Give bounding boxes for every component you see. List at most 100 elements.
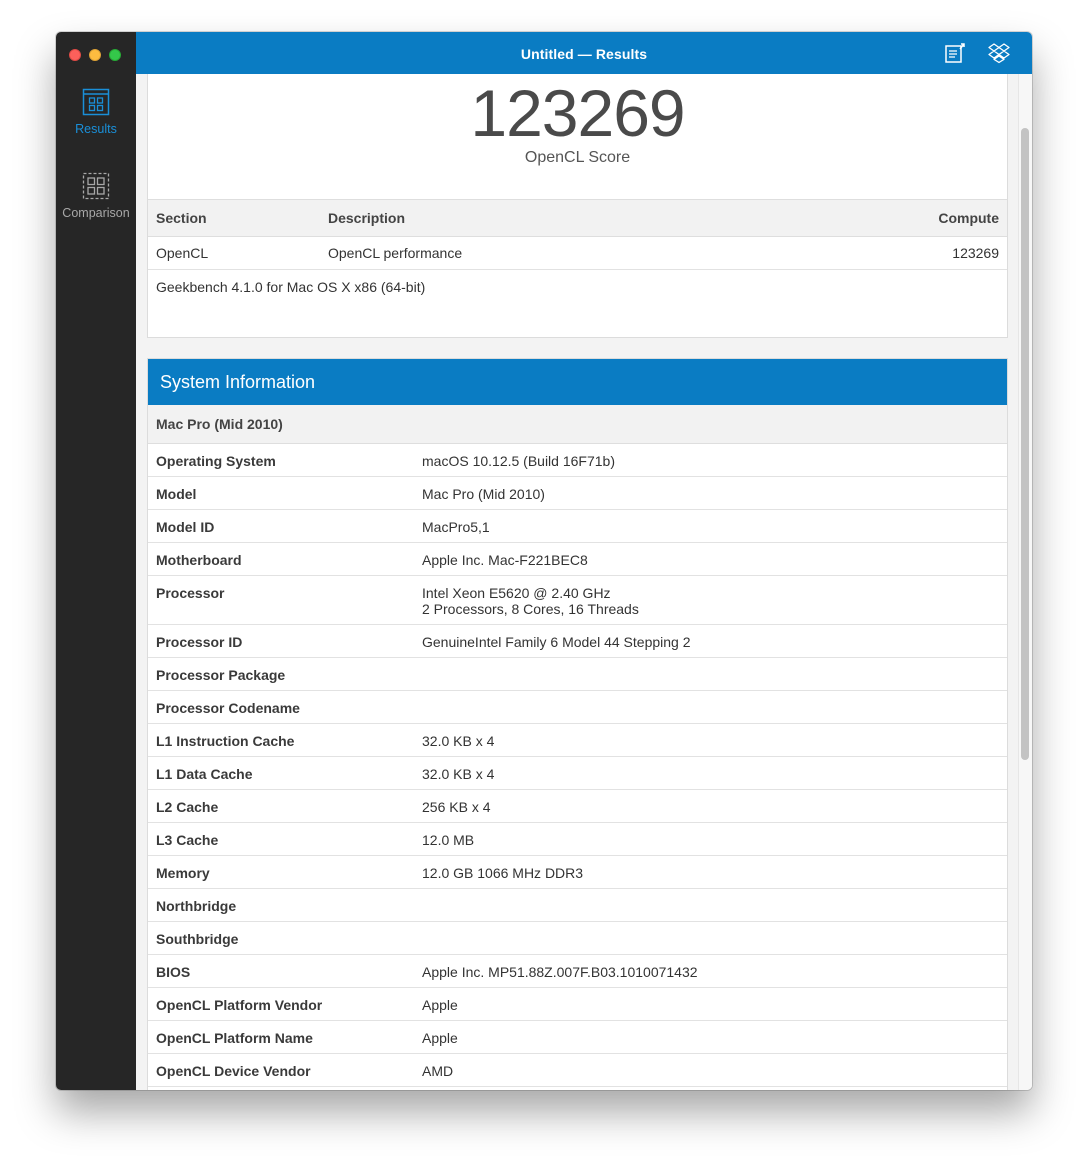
close-window-button[interactable] — [69, 49, 81, 61]
info-value: MacPro5,1 — [422, 519, 490, 535]
zoom-window-button[interactable] — [109, 49, 121, 61]
section-title: System Information — [160, 372, 316, 392]
table-row: Southbridge — [148, 922, 1007, 955]
info-key: Model — [156, 486, 197, 502]
info-key: OpenCL Platform Name — [156, 1030, 313, 1046]
table-row: OpenCL Device Vendor AMD — [148, 1054, 1007, 1087]
info-key: Processor — [156, 585, 225, 601]
info-value-line: 12.0 GB 1066 MHz DDR3 — [422, 865, 584, 881]
opencl-score-value: 123269 — [470, 76, 685, 150]
column-header-section: Section — [156, 210, 207, 226]
info-key: Motherboard — [156, 552, 242, 568]
info-value-line: 32.0 KB x 4 — [422, 733, 495, 749]
info-value-line: Apple — [422, 997, 458, 1013]
info-value-line: 2 Processors, 8 Cores, 16 Threads — [422, 601, 639, 617]
info-value-line: macOS 10.12.5 (Build 16F71b) — [422, 453, 615, 469]
info-value: 32.0 KB x 4 — [422, 766, 494, 782]
share-icon[interactable] — [944, 42, 966, 64]
info-key: L1 Data Cache — [156, 766, 253, 782]
info-value: Apple Inc. MP51.88Z.007F.B03.1010071432 — [422, 964, 698, 980]
app-window: Results Comparison Untitled — Results 12… — [56, 32, 1032, 1090]
info-key: Southbridge — [156, 931, 239, 947]
info-value: GenuineIntel Family 6 Model 44 Stepping … — [422, 634, 691, 650]
info-value-line: 256 KB x 4 — [422, 799, 491, 815]
info-key: L3 Cache — [156, 832, 219, 848]
title-bar: Untitled — Results — [136, 32, 1032, 74]
info-key: Processor Package — [156, 667, 286, 683]
info-key: OpenCL Device Vendor — [156, 1063, 311, 1079]
table-row: Motherboard Apple Inc. Mac-F221BEC8 — [148, 543, 1007, 576]
table-row: BIOS Apple Inc. MP51.88Z.007F.B03.1010071… — [148, 955, 1007, 988]
table-row: Processor ID GenuineIntel Family 6 Model … — [148, 625, 1007, 658]
comparison-grid-icon — [82, 172, 110, 200]
window-controls — [69, 49, 121, 61]
column-header-description: Description — [328, 210, 406, 226]
info-value-line: GenuineIntel Family 6 Model 44 Stepping … — [422, 634, 691, 650]
table-row: Northbridge — [148, 889, 1007, 922]
system-information-header: System Information — [148, 359, 1007, 405]
table-row: Model ID MacPro5,1 — [148, 510, 1007, 543]
info-value-line: AMD — [422, 1063, 454, 1079]
table-row: Memory 12.0 GB 1066 MHz DDR3 — [148, 856, 1007, 889]
geekbench-version: Geekbench 4.1.0 for Mac OS X x86 (64-bit… — [156, 278, 426, 295]
info-key: Processor ID — [156, 634, 243, 650]
info-key: L2 Cache — [156, 799, 219, 815]
vertical-scrollbar[interactable] — [1018, 74, 1032, 1090]
sidebar-item-comparison[interactable]: Comparison — [56, 172, 136, 220]
info-value: 12.0 MB — [422, 832, 474, 848]
table-row: L2 Cache 256 KB x 4 — [148, 790, 1007, 823]
table-row: Processor Intel Xeon E5620 @ 2.40 GHz 2 Pr… — [148, 576, 1007, 625]
row-section: OpenCL — [156, 245, 209, 261]
score-panel: 123269 OpenCL Score Section Description … — [147, 74, 1008, 338]
row-compute: 123269 — [952, 245, 999, 261]
info-value: Apple — [422, 997, 458, 1013]
sidebar-item-label: Results — [75, 122, 117, 136]
info-key: L1 Instruction Cache — [156, 733, 295, 749]
scrollbar-thumb[interactable] — [1021, 128, 1029, 760]
table-row: Processor Package — [148, 658, 1007, 691]
info-key: Northbridge — [156, 898, 237, 914]
info-value: macOS 10.12.5 (Build 16F71b) — [422, 453, 615, 469]
dropbox-icon[interactable] — [988, 42, 1010, 64]
info-value: Apple Inc. Mac-F221BEC8 — [422, 552, 588, 568]
results-table-header: Section Description Compute — [148, 199, 1007, 237]
info-value: AMD — [422, 1063, 453, 1079]
results-content: 123269 OpenCL Score Section Description … — [136, 74, 1032, 1090]
sidebar: Results Comparison — [56, 32, 136, 1090]
table-row: OpenCL Platform Vendor Apple — [148, 988, 1007, 1021]
info-value-line: MacPro5,1 — [422, 519, 490, 535]
info-value-line: 32.0 KB x 4 — [422, 766, 495, 782]
results-grid-icon — [82, 88, 110, 116]
table-row: OpenCL Platform Name Apple — [148, 1021, 1007, 1054]
version-footer-row: Geekbench 4.1.0 for Mac OS X x86 (64-bit… — [148, 270, 1007, 303]
opencl-score-label: OpenCL Score — [524, 149, 631, 166]
machine-name: Mac Pro (Mid 2010) — [156, 416, 283, 432]
info-value-line: Apple — [422, 1030, 458, 1046]
row-description: OpenCL performance — [328, 245, 463, 261]
info-value: Apple — [422, 1030, 458, 1046]
minimize-window-button[interactable] — [89, 49, 101, 61]
info-key: Operating System — [156, 453, 276, 469]
table-row: L1 Instruction Cache 32.0 KB x 4 — [148, 724, 1007, 757]
info-key: Model ID — [156, 519, 215, 535]
sidebar-item-results[interactable]: Results — [56, 88, 136, 136]
info-value: 32.0 KB x 4 — [422, 733, 494, 749]
info-key: Processor Codename — [156, 700, 300, 716]
info-key: OpenCL Platform Vendor — [156, 997, 323, 1013]
table-row: Operating System macOS 10.12.5 (Build 16F… — [148, 444, 1007, 477]
table-row: L3 Cache 12.0 MB — [148, 823, 1007, 856]
table-row: L1 Data Cache 32.0 KB x 4 — [148, 757, 1007, 790]
sidebar-item-label: Comparison — [62, 206, 130, 220]
info-value-line: Intel Xeon E5620 @ 2.40 GHz — [422, 585, 611, 601]
table-row: Processor Codename — [148, 691, 1007, 724]
info-value: Mac Pro (Mid 2010) — [422, 486, 545, 502]
table-row: OpenCL OpenCL performance 123269 — [148, 237, 1007, 270]
window-title: Untitled — Results — [520, 46, 648, 62]
column-header-compute: Compute — [938, 210, 999, 226]
info-value: 12.0 GB 1066 MHz DDR3 — [422, 865, 583, 881]
info-value-line: 12.0 MB — [422, 832, 475, 848]
info-key: Memory — [156, 865, 210, 881]
info-key: BIOS — [156, 964, 191, 980]
info-value-line: Apple Inc. Mac-F221BEC8 — [422, 552, 588, 568]
info-value-line: Apple Inc. MP51.88Z.007F.B03.1010071432 — [422, 964, 698, 980]
